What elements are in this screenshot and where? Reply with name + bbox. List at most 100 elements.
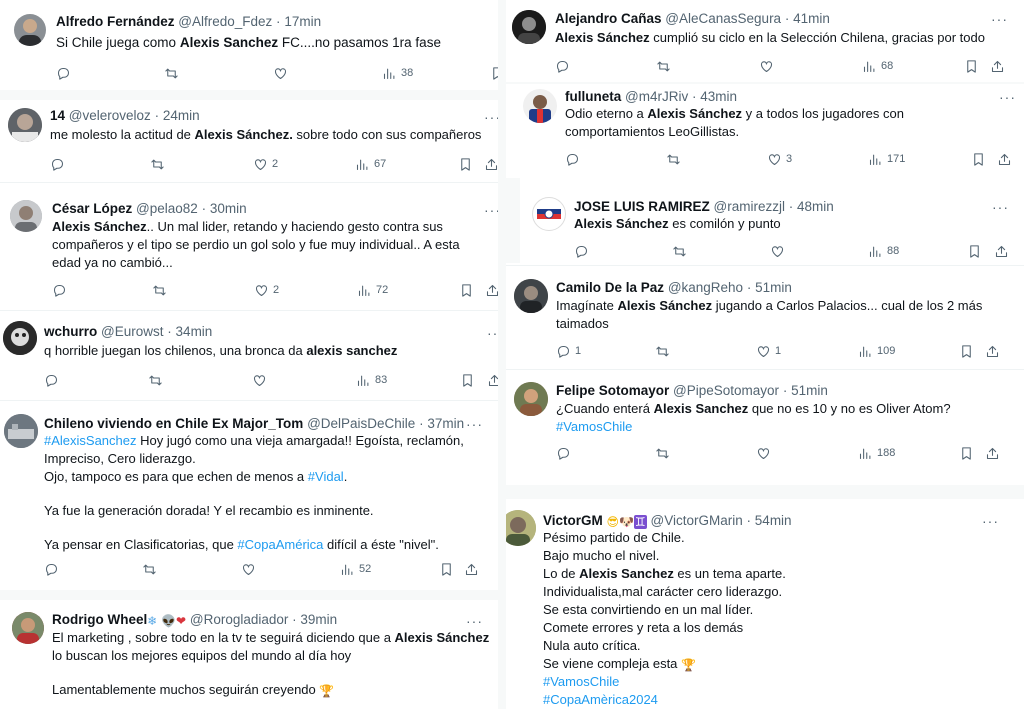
like-button[interactable]: 2 xyxy=(254,281,279,299)
author-name[interactable]: JOSE LUIS RAMIREZ xyxy=(574,199,710,214)
avatar[interactable] xyxy=(3,321,37,355)
reply-button[interactable] xyxy=(50,155,65,173)
views-button[interactable]: 109 xyxy=(858,342,895,360)
like-button[interactable] xyxy=(252,371,267,389)
author-handle[interactable]: @DelPaisDeChile xyxy=(307,416,415,431)
author-name[interactable]: Felipe Sotomayor xyxy=(556,383,669,398)
share-button[interactable] xyxy=(484,155,498,173)
hashtag-link[interactable]: #CopaAmérica xyxy=(237,537,323,552)
tweet[interactable]: JOSE LUIS RAMIREZ @ramirezzjl · 48min ··… xyxy=(520,184,1024,263)
more-icon[interactable]: ··· xyxy=(466,417,483,431)
share-button[interactable] xyxy=(464,560,479,578)
retweet-button[interactable] xyxy=(655,342,670,360)
bookmark-button[interactable] xyxy=(971,150,986,168)
views-button[interactable]: 38 xyxy=(382,64,413,82)
tweet[interactable]: Felipe Sotomayor @PipeSotomayor · 51min … xyxy=(506,370,1024,485)
avatar[interactable] xyxy=(523,89,557,123)
more-icon[interactable]: ··· xyxy=(999,90,1016,104)
reply-button[interactable] xyxy=(565,150,580,168)
author-name[interactable]: Rodrigo Wheel xyxy=(52,612,147,627)
avatar[interactable] xyxy=(4,414,38,448)
retweet-button[interactable] xyxy=(666,150,681,168)
author-handle[interactable]: @PipeSotomayor xyxy=(673,383,779,398)
views-button[interactable]: 188 xyxy=(858,444,895,462)
author-handle[interactable]: @Alfredo_Fdez xyxy=(178,14,272,29)
avatar[interactable] xyxy=(8,108,42,142)
share-button[interactable] xyxy=(985,444,1000,462)
author-handle[interactable]: @pelao82 xyxy=(136,201,198,216)
retweet-button[interactable] xyxy=(150,155,165,173)
author-handle[interactable]: @VictorGMarin xyxy=(651,513,743,528)
reply-button[interactable] xyxy=(52,281,67,299)
author-handle[interactable]: @AleCanasSegura xyxy=(665,11,781,26)
hashtag-link[interactable]: #AlexisSanchez xyxy=(44,433,137,448)
more-icon[interactable]: ··· xyxy=(992,200,1009,214)
timestamp[interactable]: 51min xyxy=(791,383,828,398)
author-name[interactable]: Chileno viviendo en Chile Ex Major_Tom xyxy=(44,416,303,431)
tweet[interactable]: César López @pelao82 · 30min ··· Alexis … xyxy=(0,188,498,310)
bookmark-button[interactable] xyxy=(460,371,475,389)
author-name[interactable]: Camilo De la Paz xyxy=(556,280,664,295)
like-button[interactable] xyxy=(241,560,256,578)
tweet[interactable]: 14 @veleroveloz · 24min ··· me molesto l… xyxy=(0,100,498,182)
hashtag-link[interactable]: #VamosChile xyxy=(543,674,619,689)
timestamp[interactable]: 54min xyxy=(755,513,792,528)
retweet-button[interactable] xyxy=(655,444,670,462)
bookmark-button[interactable] xyxy=(459,281,474,299)
author-handle[interactable]: @veleroveloz xyxy=(69,108,151,123)
reply-button[interactable] xyxy=(574,242,589,260)
like-button[interactable] xyxy=(770,242,785,260)
author-handle[interactable]: @kangReho xyxy=(668,280,743,295)
more-icon[interactable]: ··· xyxy=(466,614,483,628)
timestamp[interactable]: 39min xyxy=(300,612,337,627)
timestamp[interactable]: 24min xyxy=(163,108,200,123)
views-button[interactable]: 67 xyxy=(355,155,386,173)
reply-button[interactable] xyxy=(555,57,570,75)
bookmark-button[interactable] xyxy=(458,155,473,173)
views-button[interactable]: 72 xyxy=(357,281,388,299)
retweet-button[interactable] xyxy=(148,371,163,389)
tweet[interactable]: Rodrigo Wheel❄ 👽❤ @Rorogladiador · 39min… xyxy=(0,600,498,709)
timestamp[interactable]: 34min xyxy=(176,324,213,339)
author-name[interactable]: wchurro xyxy=(44,324,97,339)
timestamp[interactable]: 41min xyxy=(793,11,830,26)
more-icon[interactable]: ··· xyxy=(991,12,1008,26)
share-button[interactable] xyxy=(487,371,498,389)
views-button[interactable]: 83 xyxy=(356,371,387,389)
tweet[interactable]: wchurro @Eurowst · 34min ··· q horrible … xyxy=(0,314,498,400)
bookmark-button[interactable] xyxy=(439,560,454,578)
like-button[interactable] xyxy=(756,444,771,462)
hashtag-link[interactable]: #Vidal xyxy=(308,469,344,484)
avatar[interactable] xyxy=(10,200,42,232)
more-icon[interactable]: ··· xyxy=(484,110,498,124)
views-button[interactable]: 171 xyxy=(868,150,905,168)
avatar[interactable] xyxy=(512,10,546,44)
author-name[interactable]: Alejandro Cañas xyxy=(555,11,662,26)
bookmark-button[interactable] xyxy=(490,64,498,82)
tweet[interactable]: Chileno viviendo en Chile Ex Major_Tom @… xyxy=(0,402,492,590)
more-icon[interactable]: ··· xyxy=(487,326,498,340)
avatar[interactable] xyxy=(506,510,536,546)
author-handle[interactable]: @m4rJRiv xyxy=(625,89,688,104)
reply-button[interactable]: 1 xyxy=(556,342,581,360)
retweet-button[interactable] xyxy=(152,281,167,299)
bookmark-button[interactable] xyxy=(959,444,974,462)
views-button[interactable]: 88 xyxy=(868,242,899,260)
share-button[interactable] xyxy=(985,342,1000,360)
tweet[interactable]: Alejandro Cañas @AleCanasSegura · 41min … xyxy=(506,0,1024,82)
like-button[interactable]: 1 xyxy=(756,342,781,360)
more-icon[interactable]: ··· xyxy=(982,514,999,528)
retweet-button[interactable] xyxy=(656,57,671,75)
timestamp[interactable]: 51min xyxy=(755,280,792,295)
reply-button[interactable] xyxy=(56,64,71,82)
avatar[interactable] xyxy=(12,612,44,644)
timestamp[interactable]: 30min xyxy=(210,201,247,216)
author-name[interactable]: 14 xyxy=(50,108,65,123)
reply-button[interactable] xyxy=(44,560,59,578)
bookmark-button[interactable] xyxy=(964,57,979,75)
avatar[interactable] xyxy=(14,14,46,46)
share-button[interactable] xyxy=(997,150,1012,168)
views-button[interactable]: 68 xyxy=(862,57,893,75)
hashtag-link[interactable]: #CopaAmèrica2024 xyxy=(543,692,658,707)
author-name[interactable]: César López xyxy=(52,201,132,216)
